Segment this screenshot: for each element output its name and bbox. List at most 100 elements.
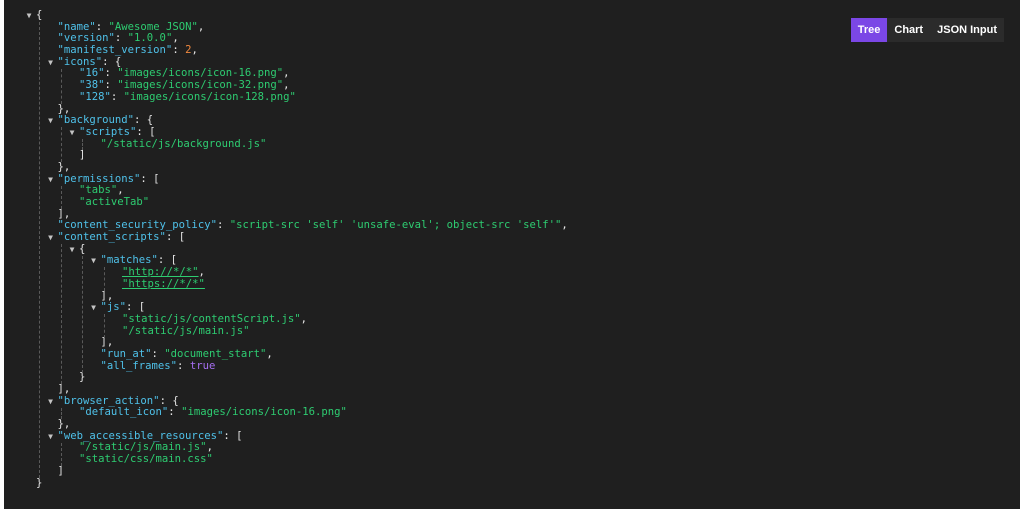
indent-guide	[60, 407, 62, 420]
json-line: ▼ "content_scripts": [	[4, 231, 1020, 244]
json-punctuation: ,	[198, 266, 205, 279]
caret-down-icon[interactable]: ▼	[24, 10, 34, 22]
caret-down-icon[interactable]: ▼	[46, 396, 56, 408]
indent-guide	[60, 244, 62, 385]
json-key: "matches"	[100, 254, 158, 267]
json-key: "default_icon"	[79, 406, 169, 419]
indent-guide	[103, 314, 105, 338]
json-line: "128": "images/icons/icon-128.png"	[4, 90, 1020, 104]
json-punctuation: ,	[197, 20, 205, 33]
json-value: "document_start"	[164, 347, 267, 360]
caret-down-icon[interactable]: ▼	[46, 232, 56, 244]
json-punctuation: },	[57, 102, 71, 115]
json-value: "images/icons/icon-16.png"	[181, 406, 347, 419]
json-punctuation: : {	[159, 394, 179, 407]
json-punctuation: ,	[283, 79, 290, 92]
json-value: "static/js/contentScript.js"	[122, 312, 301, 325]
json-punctuation: ,	[117, 184, 124, 197]
json-line: "/static/js/main.js"	[4, 325, 1020, 338]
tab-chart[interactable]: Chart	[887, 18, 931, 42]
json-key: "web_accessible_resources"	[57, 429, 224, 442]
json-key: "content_security_policy"	[57, 219, 217, 232]
json-punctuation: ],	[100, 336, 114, 349]
json-punctuation: ,	[191, 44, 198, 57]
json-line: },	[4, 102, 1020, 116]
indent-guide	[82, 138, 83, 151]
json-line: "https://*/*"	[4, 278, 1020, 291]
json-key: "128"	[79, 90, 111, 103]
json-punctuation: : [	[223, 429, 243, 442]
json-punctuation: :	[95, 20, 109, 33]
json-punctuation: {	[36, 9, 43, 21]
json-line: "manifest_version": 2,	[4, 44, 1020, 57]
view-tabs: Tree Chart JSON Input	[850, 18, 1004, 42]
caret-down-icon[interactable]: ▼	[67, 244, 77, 256]
json-punctuation: ,	[206, 441, 213, 454]
json-punctuation: :	[114, 32, 128, 45]
caret-down-icon[interactable]: ▼	[67, 127, 77, 139]
json-line: }	[4, 371, 1020, 384]
json-punctuation: : [	[157, 254, 178, 267]
indent-guide	[82, 255, 83, 373]
json-value: "Awesome JSON"	[108, 20, 198, 33]
json-value: "tabs"	[79, 184, 118, 197]
json-punctuation: : [	[165, 231, 186, 244]
tab-json-input[interactable]: JSON Input	[930, 18, 1004, 42]
json-key: "name"	[57, 20, 96, 33]
json-punctuation: {	[79, 242, 86, 255]
json-key: "all_frames"	[100, 359, 178, 372]
json-value[interactable]: "https://*/*"	[122, 278, 205, 290]
json-value: "images/icons/icon-32.png"	[117, 79, 284, 92]
json-punctuation: }	[36, 476, 43, 489]
json-punctuation: :	[168, 406, 182, 419]
json-punctuation: : {	[102, 55, 122, 68]
caret-down-icon[interactable]: ▼	[46, 431, 56, 443]
json-line: "default_icon": "images/icons/icon-16.pn…	[4, 407, 1020, 419]
json-punctuation: : {	[134, 114, 154, 127]
json-punctuation: :	[110, 90, 124, 103]
json-punctuation: :	[216, 219, 230, 232]
json-line: ▼ "background": {	[4, 114, 1020, 127]
json-line: "all_frames": true	[4, 359, 1020, 373]
json-punctuation: : [	[140, 172, 160, 185]
indent-guide	[60, 185, 62, 209]
json-punctuation: ]	[57, 464, 64, 477]
tab-tree[interactable]: Tree	[850, 18, 888, 42]
json-key: "js"	[100, 301, 127, 314]
json-line: ]	[4, 464, 1020, 478]
json-punctuation: },	[57, 160, 71, 173]
json-line: ]	[4, 149, 1020, 162]
json-punctuation: ],	[57, 207, 71, 220]
json-line: ],	[4, 289, 1020, 303]
json-key: "16"	[79, 67, 105, 80]
caret-down-icon[interactable]: ▼	[46, 57, 56, 69]
json-value: true	[189, 359, 216, 372]
json-punctuation: :	[177, 359, 190, 372]
json-line: "/static/js/background.js"	[4, 138, 1020, 151]
json-key: "manifest_version"	[57, 44, 173, 57]
json-value: "images/icons/icon-16.png"	[117, 67, 284, 80]
json-punctuation: ,	[172, 32, 179, 45]
caret-down-icon[interactable]: ▼	[89, 255, 99, 267]
json-punctuation: :	[104, 79, 118, 92]
json-key: "38"	[79, 79, 105, 92]
json-line: "activeTab"	[4, 196, 1020, 209]
json-punctuation: ],	[100, 289, 114, 302]
json-value: "1.0.0"	[127, 32, 173, 45]
indent-guide	[60, 442, 62, 467]
caret-down-icon[interactable]: ▼	[46, 115, 56, 127]
indent-guide	[39, 21, 40, 478]
json-value[interactable]: "http://*/*"	[122, 266, 199, 278]
json-value: "activeTab"	[79, 196, 150, 208]
json-punctuation: ]	[79, 149, 86, 162]
json-value: "static/css/main.css"	[79, 453, 213, 466]
json-tree: ▼{"name": "Awesome JSON", "version": "1.0…	[4, 9, 1020, 489]
json-key: "permissions"	[57, 172, 141, 185]
json-punctuation: :	[151, 347, 165, 360]
caret-down-icon[interactable]: ▼	[46, 174, 56, 186]
caret-down-icon[interactable]: ▼	[89, 302, 99, 314]
json-key: "icons"	[57, 55, 103, 68]
json-punctuation: :	[172, 44, 186, 57]
json-punctuation: ,	[300, 312, 307, 325]
json-key: "browser_action"	[57, 394, 160, 407]
